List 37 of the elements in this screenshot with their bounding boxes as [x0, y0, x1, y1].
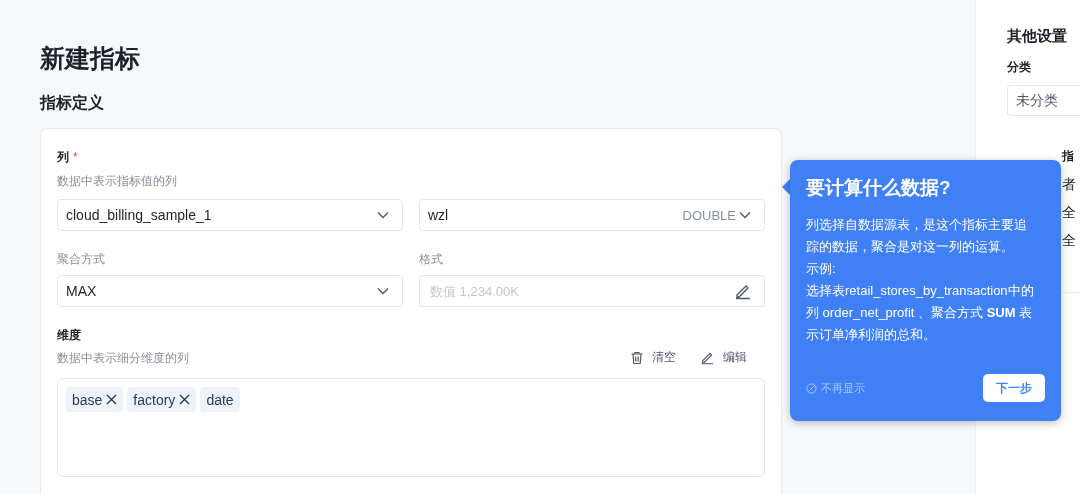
popover-text: 列选择自数据源表，是这个指标主要追踪的数据，聚合是对这一列的运算。 — [806, 216, 1028, 256]
close-icon[interactable] — [179, 394, 191, 405]
trash-icon — [630, 350, 644, 365]
section-heading: 指标定义 — [40, 93, 104, 113]
panel-text: 者 — [1062, 175, 1076, 194]
panel-heading: 其他设置 — [1007, 26, 1067, 46]
field-hint: 数据中表示指标值的列 — [57, 173, 177, 189]
popover-text: 示例: — [806, 260, 837, 278]
field-hint: 数据中表示细分维度的列 — [57, 349, 189, 366]
popover-title: 要计算什么数据? — [806, 176, 951, 200]
column-select[interactable]: wzl DOUBLE — [419, 199, 765, 231]
field-label: 聚合方式 — [57, 251, 105, 267]
field-label: 维度 — [57, 327, 81, 343]
category-select[interactable]: 未分类 — [1007, 85, 1080, 116]
page-title: 新建指标 — [40, 43, 140, 74]
dimension-tag[interactable]: base — [66, 387, 124, 412]
dimension-tag[interactable]: factory — [127, 387, 197, 412]
required-mark: * — [73, 150, 78, 164]
dimension-field[interactable]: base factory date — [57, 378, 765, 477]
field-label: 格式 — [419, 251, 443, 267]
panel-text: 指 — [1062, 148, 1075, 165]
edit-button[interactable]: 编辑 — [700, 349, 747, 366]
dimension-tag[interactable]: date — [200, 387, 240, 412]
field-label: 列 — [57, 149, 69, 165]
next-button[interactable]: 下一步 — [983, 374, 1045, 402]
close-icon[interactable] — [106, 394, 118, 405]
pencil-icon — [700, 350, 715, 365]
panel-text: 全 — [1062, 203, 1076, 222]
aggregation-select[interactable]: MAX — [57, 275, 403, 307]
format-field[interactable]: 数值 1,234.00K — [419, 275, 765, 307]
popover-text: 选择表retail_stores_by_transaction中的列 order_net_profit 、聚合方式 SUM 表示订单净利润的总和。 — [806, 282, 1035, 344]
clear-button[interactable]: 清空 — [630, 349, 676, 366]
format-input[interactable]: 数值 1,234.00K — [428, 282, 734, 300]
field-label: 分类 — [1007, 59, 1031, 76]
panel-text: 全 — [1062, 231, 1076, 250]
prohibited-icon — [806, 382, 817, 394]
table-select[interactable]: cloud_billing_sample_1 — [57, 199, 403, 231]
